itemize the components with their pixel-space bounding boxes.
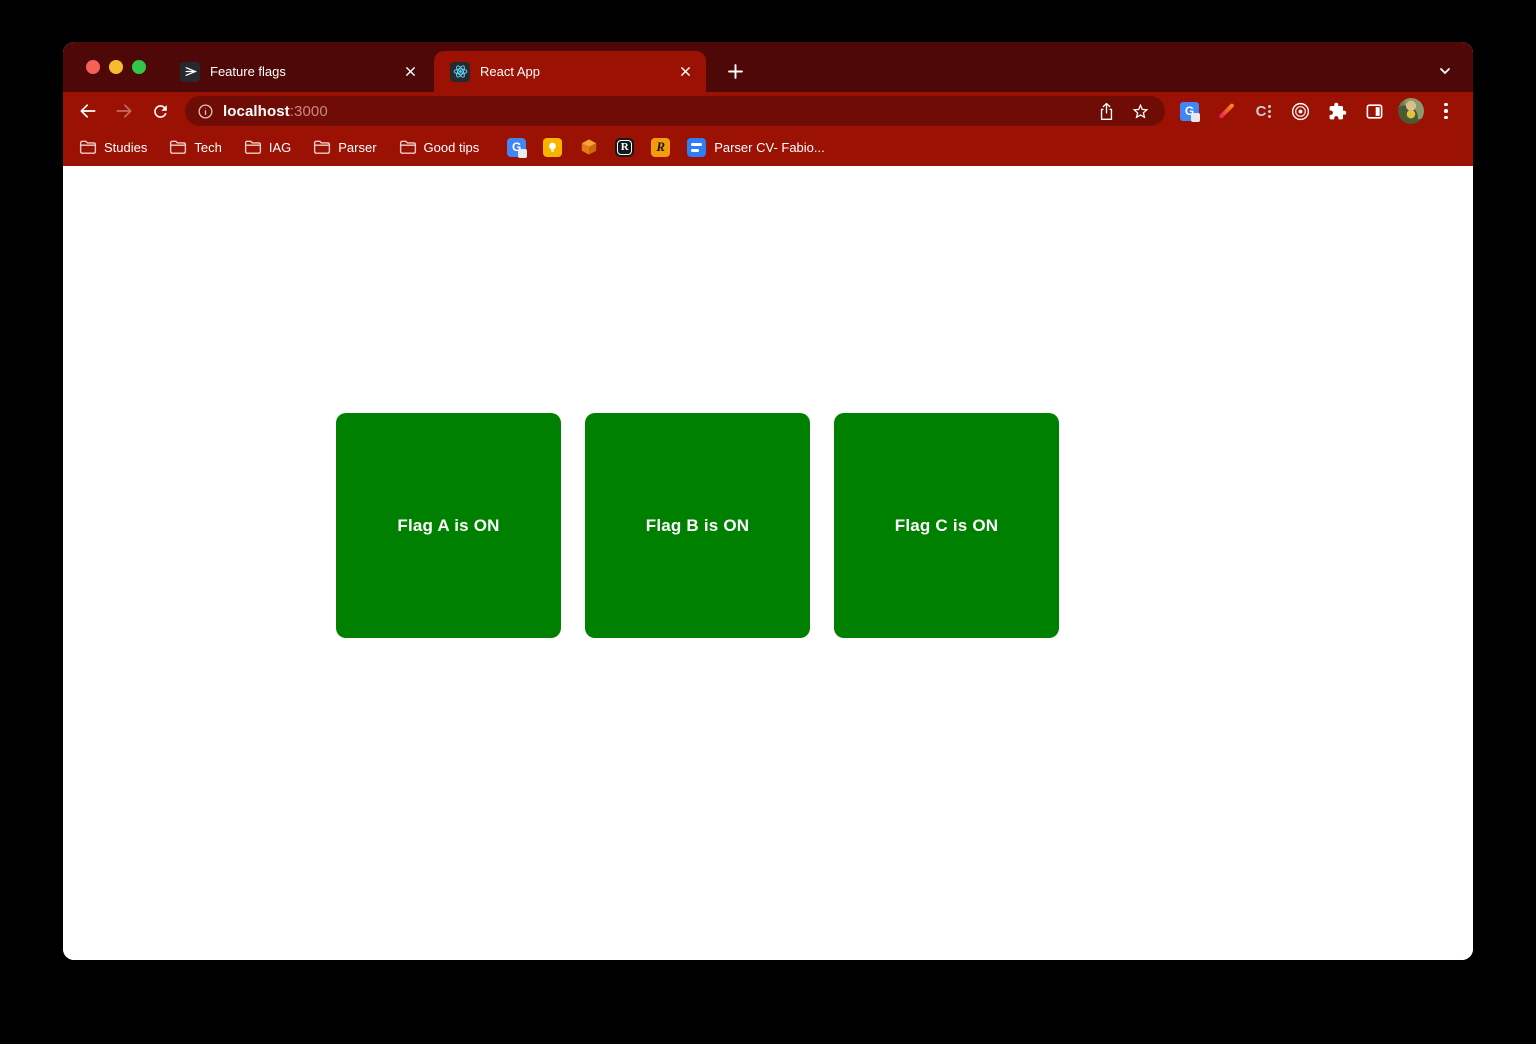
google-keep-icon[interactable] — [543, 138, 562, 157]
translate-extension-icon[interactable]: G — [1178, 100, 1201, 123]
tab-feature-flags[interactable]: Feature flags — [168, 51, 431, 92]
folder-icon — [169, 139, 187, 155]
profile-avatar[interactable] — [1398, 98, 1424, 124]
folder-icon — [399, 139, 417, 155]
reload-icon[interactable] — [148, 99, 172, 123]
close-window-button[interactable] — [86, 60, 100, 74]
info-icon[interactable] — [197, 103, 214, 120]
orange-cube-icon[interactable] — [579, 138, 598, 157]
folder-icon — [244, 139, 262, 155]
tab-react-app[interactable]: React App — [434, 51, 706, 92]
folder-icon — [313, 139, 331, 155]
flag-c-card: Flag C is ON — [834, 413, 1059, 638]
flag-a-status: Flag A is ON — [397, 516, 499, 536]
tab-title: React App — [480, 64, 677, 79]
bookmark-folder-studies[interactable]: Studies — [79, 139, 147, 155]
highlighter-extension-icon[interactable] — [1215, 100, 1238, 123]
bookmark-folder-tech[interactable]: Tech — [169, 139, 221, 155]
url-text: localhost:3000 — [223, 103, 328, 120]
bookmark-parser-cv[interactable]: Parser CV- Fabio... — [714, 140, 825, 155]
bookmark-folder-iag[interactable]: IAG — [244, 139, 291, 155]
new-tab-plus-icon[interactable] — [721, 57, 749, 85]
flag-b-card: Flag B is ON — [585, 413, 810, 638]
flag-c-status: Flag C is ON — [895, 516, 998, 536]
share-icon[interactable] — [1095, 100, 1117, 122]
url-port: :3000 — [290, 103, 328, 120]
tab-search-chevron-icon[interactable] — [1435, 61, 1455, 81]
desktop: { "theme": { "css_vars": { "--bg": "#000… — [0, 0, 1536, 1044]
blue-doc-icon[interactable] — [687, 138, 706, 157]
tab-strip: Feature flags React App — [63, 42, 1473, 92]
flag-cards: Flag A is ON Flag B is ON Flag C is ON — [336, 413, 1059, 638]
bookmark-folder-good-tips[interactable]: Good tips — [399, 139, 480, 155]
flag-b-status: Flag B is ON — [646, 516, 749, 536]
dark-arrow-icon — [180, 62, 200, 82]
forward-icon[interactable] — [112, 99, 136, 123]
orange-r-icon[interactable]: R — [651, 138, 670, 157]
extensions-puzzle-icon[interactable] — [1326, 100, 1349, 123]
bookmarks-bar: Studies Tech IAG Parser Good tips — [63, 130, 1473, 166]
minimize-window-button[interactable] — [109, 60, 123, 74]
zoom-window-button[interactable] — [132, 60, 146, 74]
close-tab-icon[interactable] — [402, 63, 419, 80]
tab-title: Feature flags — [210, 64, 402, 79]
close-tab-icon[interactable] — [677, 63, 694, 80]
react-logo-icon — [450, 62, 470, 82]
side-panel-icon[interactable] — [1363, 100, 1386, 123]
target-extension-icon[interactable] — [1289, 100, 1312, 123]
browser-menu-icon[interactable] — [1436, 103, 1456, 120]
address-bar[interactable]: localhost:3000 — [185, 96, 1165, 126]
bookmark-folder-parser[interactable]: Parser — [313, 139, 376, 155]
google-translate-icon[interactable]: G — [507, 138, 526, 157]
flag-a-card: Flag A is ON — [336, 413, 561, 638]
url-host: localhost — [223, 103, 290, 120]
page-content: Flag A is ON Flag B is ON Flag C is ON — [63, 166, 1473, 960]
browser-window: Feature flags React App — [63, 42, 1473, 960]
back-icon[interactable] — [76, 99, 100, 123]
extensions-row: G C — [1178, 100, 1386, 123]
clockify-extension-icon[interactable]: C — [1252, 100, 1275, 123]
browser-toolbar: localhost:3000 G C — [63, 92, 1473, 130]
bookmark-star-icon[interactable] — [1129, 100, 1151, 122]
black-r-icon[interactable]: R — [615, 138, 634, 157]
window-controls — [86, 60, 146, 74]
folder-icon — [79, 139, 97, 155]
